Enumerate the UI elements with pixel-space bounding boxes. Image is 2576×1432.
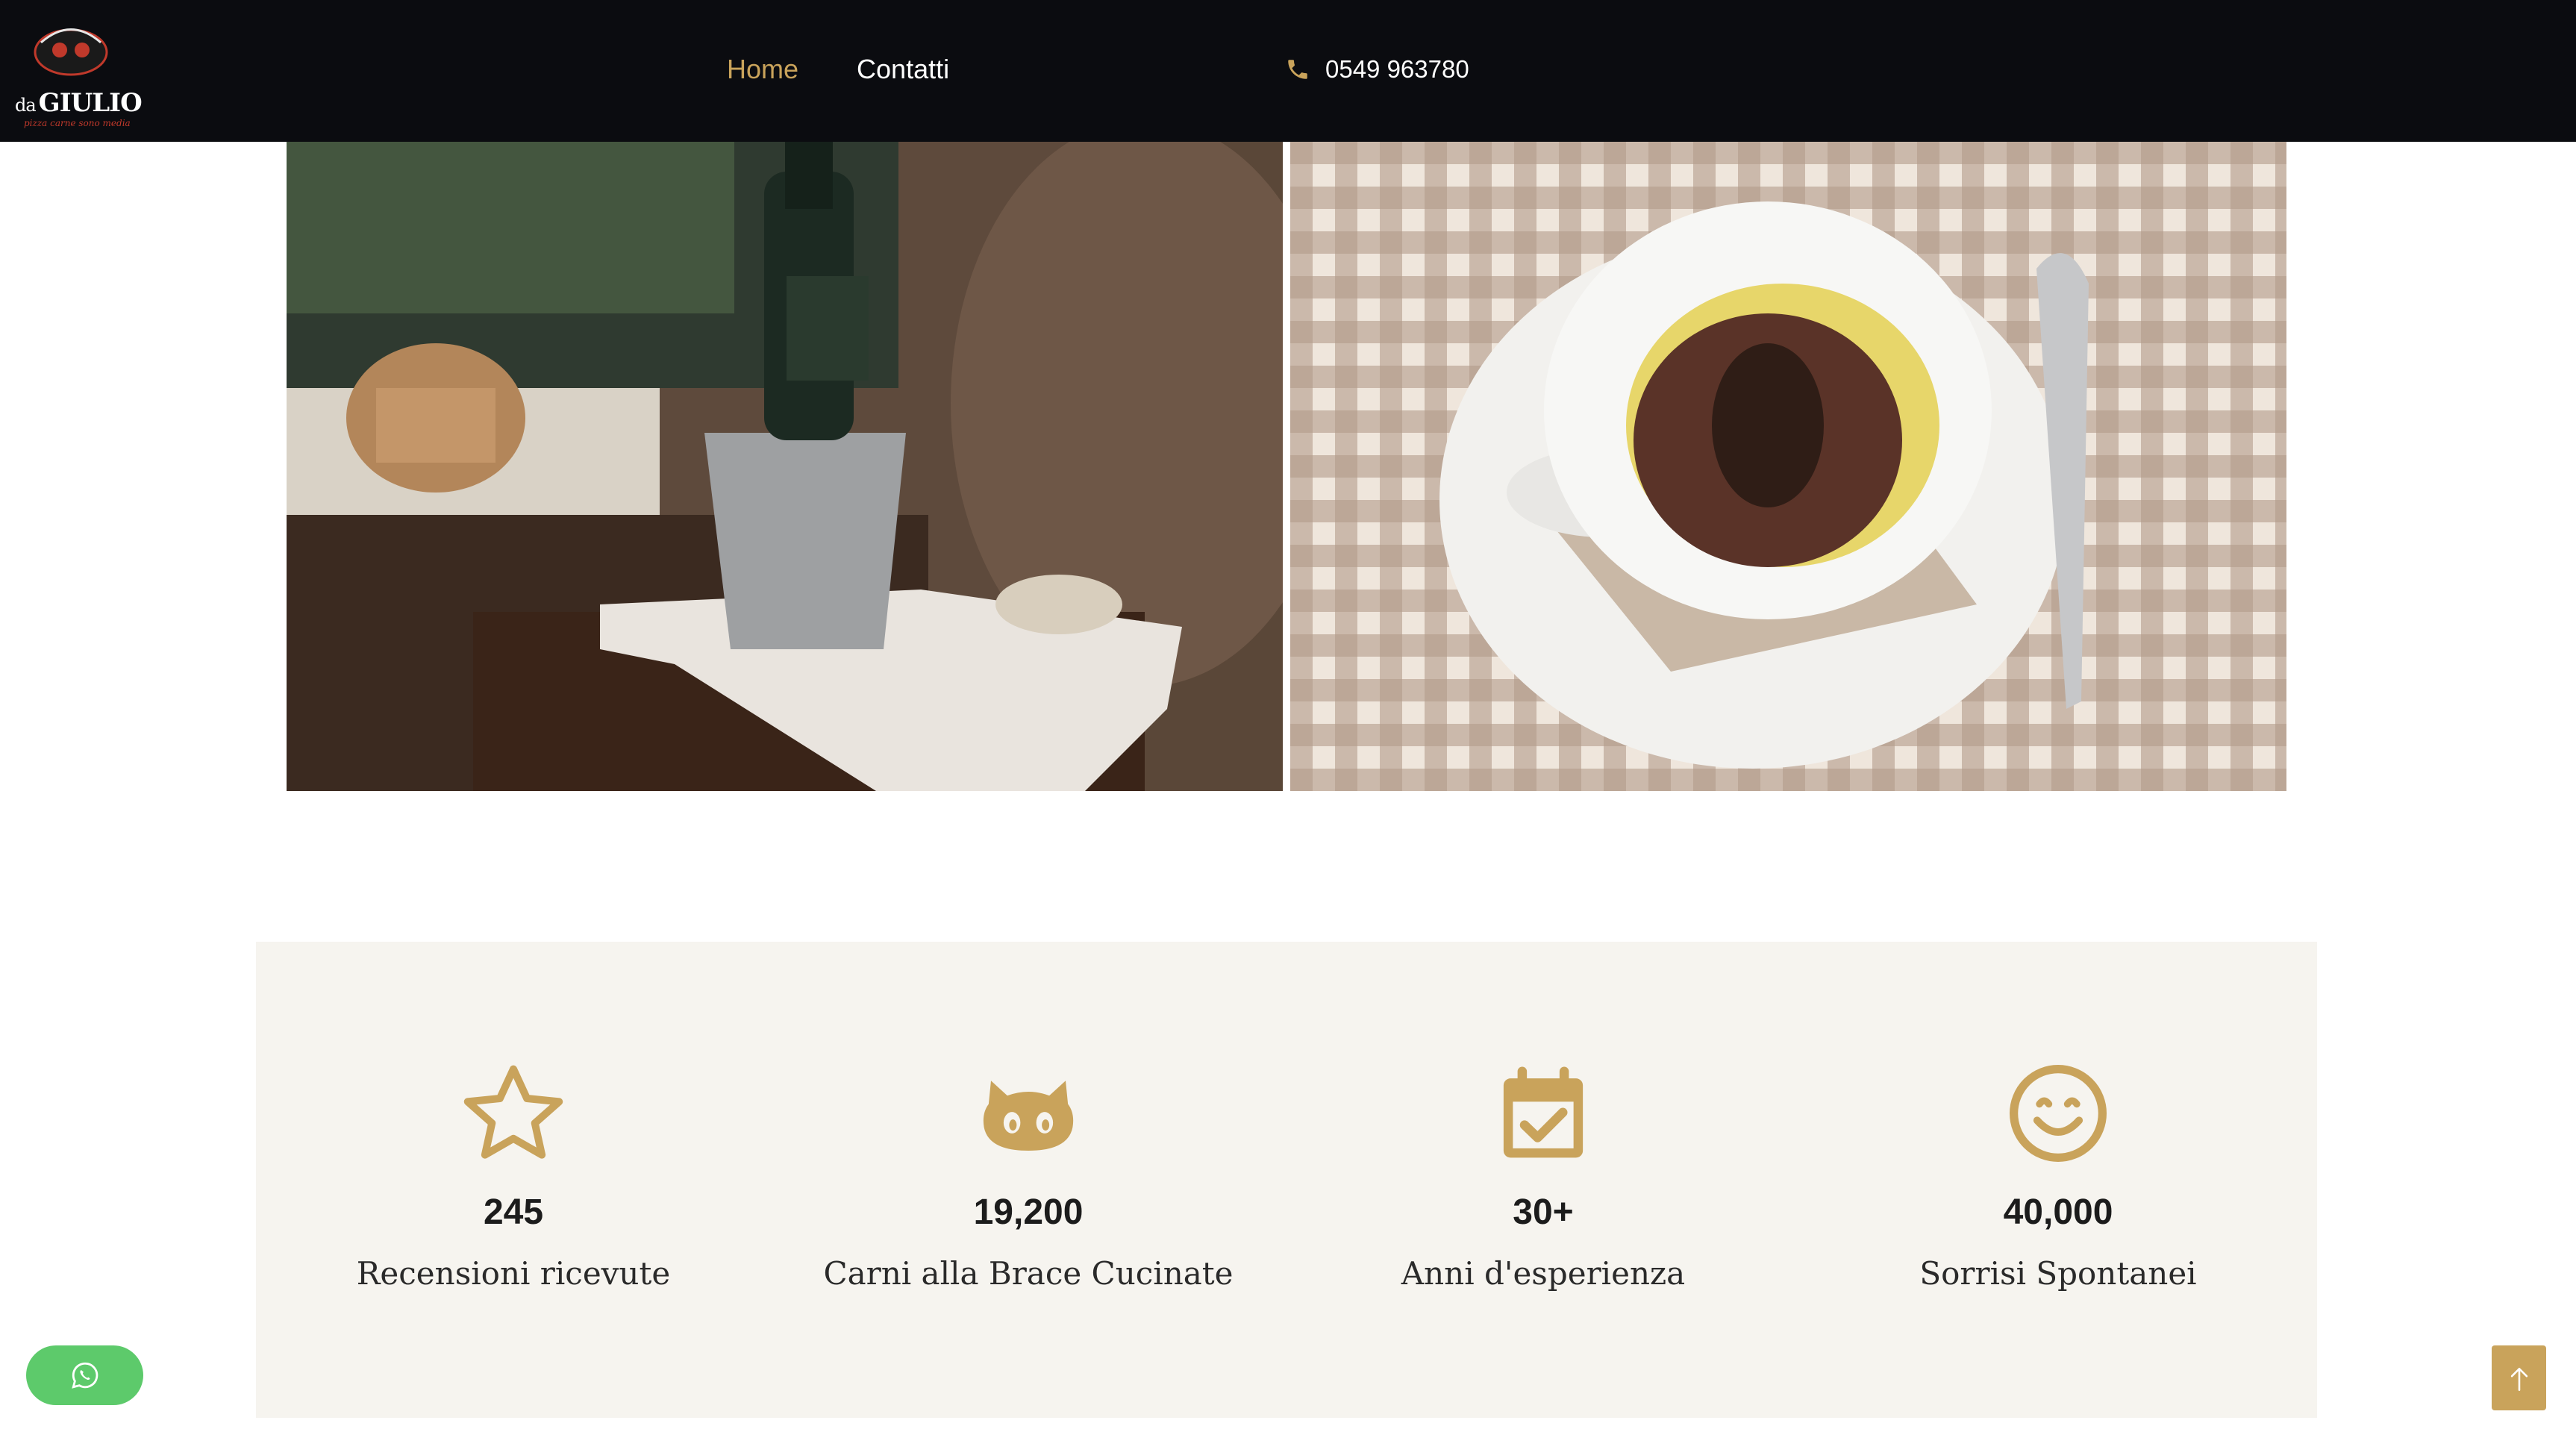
- stat-smiles: 40,000 Sorrisi Spontanei: [1801, 942, 2316, 1418]
- photo-wine-bottle: [287, 142, 1283, 791]
- stat-grilled-meats: 19,200 Carni alla Brace Cucinate: [771, 942, 1286, 1418]
- phone-number: 0549 963780: [1325, 55, 1469, 83]
- logo-text: da GIULIO: [15, 88, 143, 118]
- whatsapp-button[interactable]: [26, 1345, 143, 1405]
- dessert-cup-image: [1290, 142, 2286, 791]
- calendar-check-icon: [1503, 1066, 1584, 1158]
- github-cat-icon: [983, 1081, 1074, 1151]
- whatsapp-icon: [71, 1362, 98, 1389]
- stat-label: Carni alla Brace Cucinate: [823, 1255, 1234, 1292]
- stat-label: Anni d'esperienza: [1401, 1255, 1686, 1292]
- scroll-to-top-button[interactable]: [2492, 1345, 2546, 1410]
- nav-home-link[interactable]: Home: [727, 51, 798, 88]
- smile-icon: [2010, 1065, 2107, 1162]
- star-icon: [463, 1065, 563, 1159]
- stat-value: 40,000: [2003, 1192, 2113, 1232]
- stat-reviews: 245 Recensioni ricevute: [256, 942, 771, 1418]
- phone-icon: [1288, 60, 1307, 79]
- stat-value: 30+: [1513, 1192, 1574, 1232]
- main-nav: Home Contatti: [727, 51, 949, 88]
- site-header: da GIULIO pizza carne sono media Home Con…: [0, 0, 2576, 142]
- nav-contatti-link[interactable]: Contatti: [857, 51, 949, 88]
- logo-tagline: pizza carne sono media: [24, 118, 131, 128]
- wine-bucket-image: [287, 142, 1283, 791]
- stats-section: 245 Recensioni ricevute 19,200 Carni all…: [256, 942, 2317, 1418]
- stat-label: Sorrisi Spontanei: [1919, 1255, 2197, 1292]
- photo-dessert: [1290, 142, 2286, 791]
- stat-label: Recensioni ricevute: [356, 1255, 671, 1292]
- arrow-up-icon: [2510, 1367, 2527, 1391]
- stat-value: 19,200: [973, 1192, 1084, 1232]
- phone-contact[interactable]: 0549 963780: [1285, 51, 1469, 88]
- stat-years-experience: 30+ Anni d'esperienza: [1286, 942, 1801, 1418]
- logo[interactable]: da GIULIO pizza carne sono media: [7, 16, 143, 128]
- stat-value: 245: [483, 1192, 544, 1232]
